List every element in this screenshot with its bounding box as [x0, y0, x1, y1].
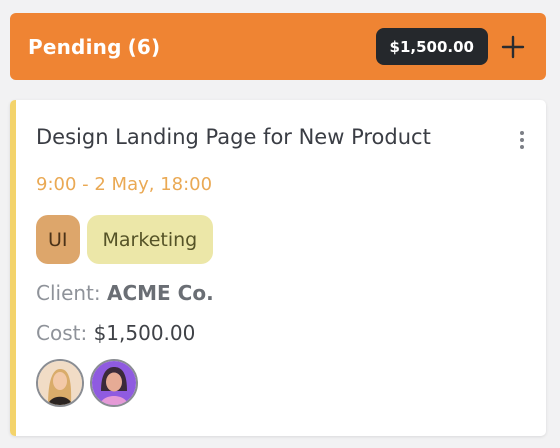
card-accent-bar [10, 100, 16, 436]
column-total-badge: $1,500.00 [375, 28, 488, 65]
task-card[interactable]: Design Landing Page for New Product 9:00… [10, 100, 546, 436]
column-title-label: Pending [28, 34, 122, 59]
cost-value: $1,500.00 [93, 321, 196, 345]
assignee-avatars [36, 359, 138, 407]
avatar-woman-blonde-icon [38, 361, 82, 405]
tag-ui[interactable]: UI [36, 215, 80, 264]
avatar[interactable] [36, 359, 84, 407]
plus-icon [501, 35, 525, 58]
client-label: Client: [36, 281, 101, 305]
add-card-button[interactable] [498, 32, 528, 62]
tag-marketing[interactable]: Marketing [86, 215, 214, 264]
avatar-woman-purple-icon [92, 361, 136, 405]
card-time-range: 9:00 - 2 May, 18:00 [36, 174, 213, 195]
tag-list: UI Marketing [36, 215, 214, 264]
column-header: Pending (6) $1,500.00 [10, 13, 546, 80]
cost-row: Cost: $1,500.00 [36, 321, 195, 345]
card-title: Design Landing Page for New Product [36, 125, 431, 149]
cost-label: Cost: [36, 321, 88, 345]
client-value: ACME Co. [107, 281, 214, 305]
kebab-menu-icon[interactable] [515, 128, 529, 152]
column-count: (6) [127, 34, 161, 59]
client-row: Client: ACME Co. [36, 281, 214, 305]
column-title: Pending (6) [28, 35, 160, 59]
avatar[interactable] [90, 359, 138, 407]
